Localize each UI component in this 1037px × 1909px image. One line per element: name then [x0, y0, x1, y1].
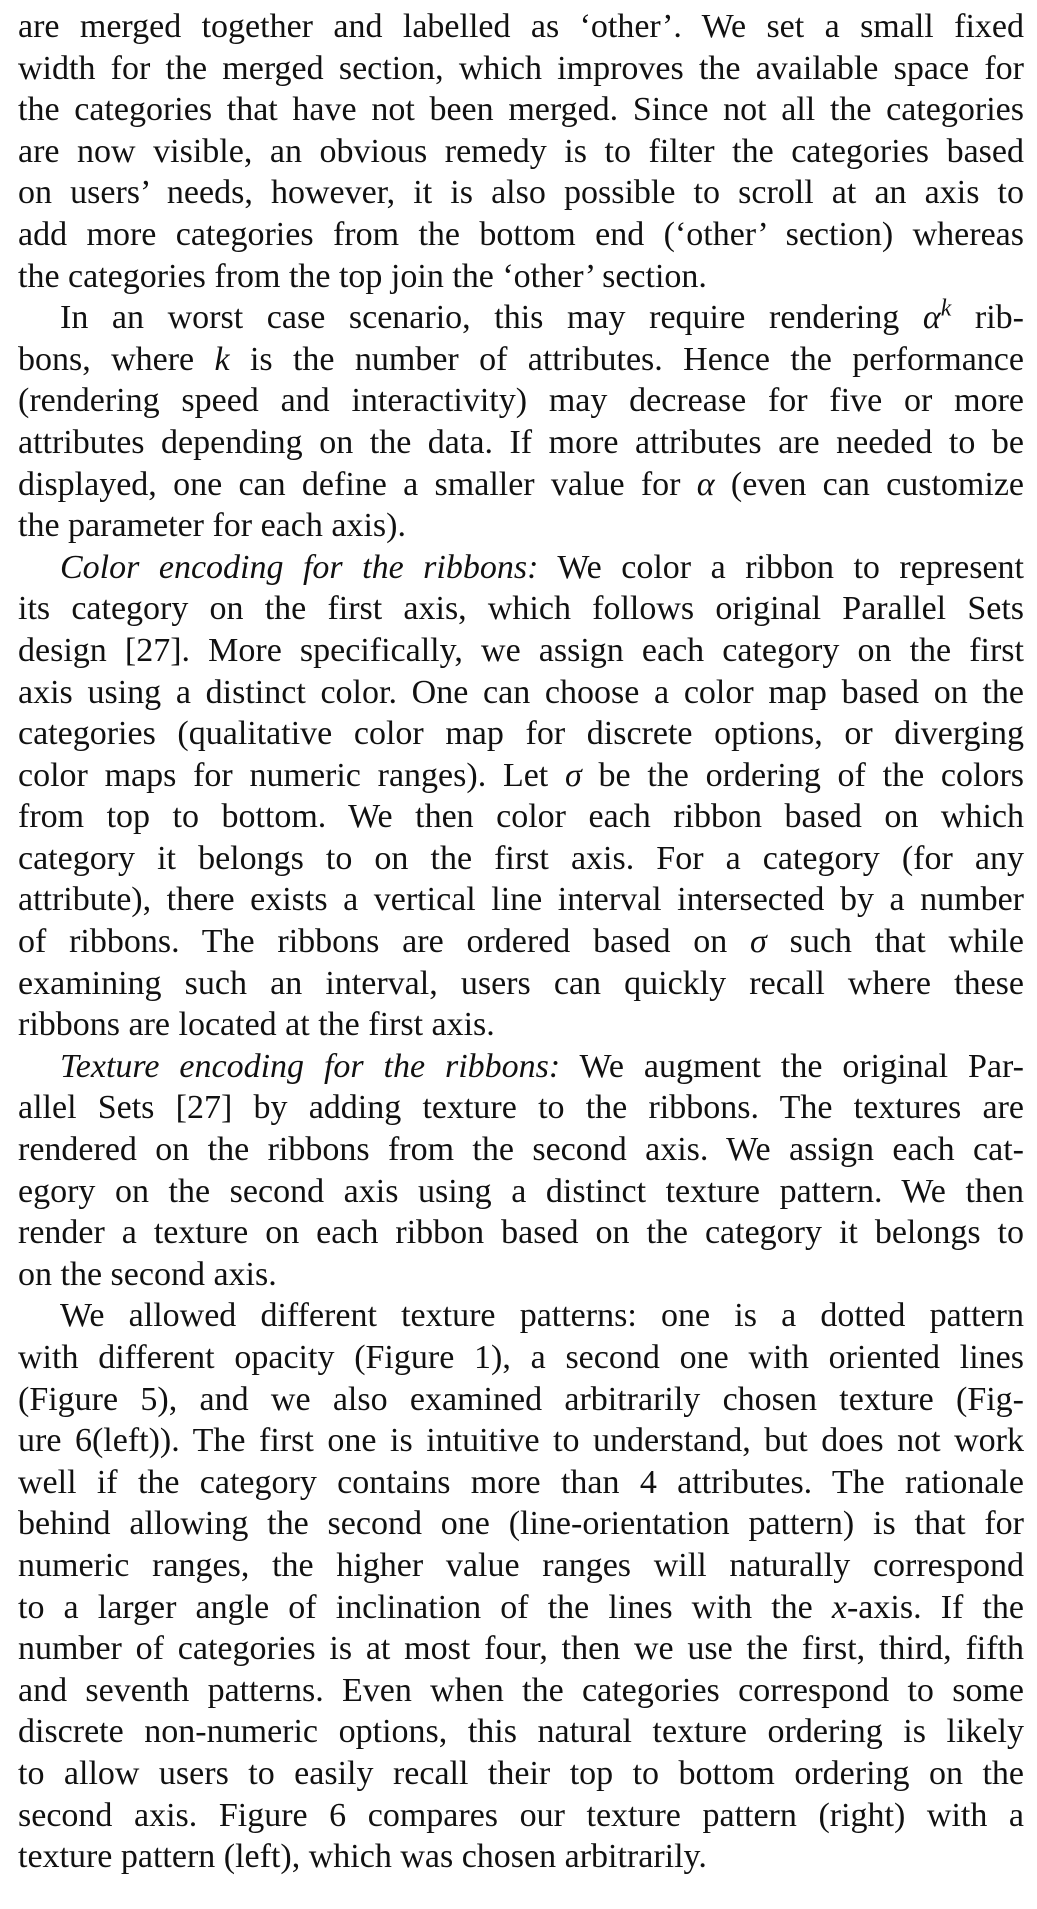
line-text: are now visible, an obvious remedy is to… — [18, 132, 1024, 170]
text-line: its category on the first axis, which fo… — [18, 588, 1024, 630]
line-text: allel Sets [27] by adding texture to the… — [18, 1089, 1024, 1127]
text-line: examining such an interval, users can qu… — [18, 963, 1024, 1005]
text-line: well if the category contains more than … — [18, 1462, 1024, 1504]
text-line: on the second axis. — [18, 1254, 1024, 1296]
text-line: to a larger angle of inclination of the … — [18, 1587, 1024, 1629]
text-line: of ribbons. The ribbons are ordered base… — [18, 921, 1024, 963]
line-text: axis using a distinct color. One can cho… — [18, 673, 1024, 711]
text-line: on users’ needs, however, it is also pos… — [18, 172, 1024, 214]
text-line: design [27]. More specifically, we assig… — [18, 630, 1024, 672]
text-line: render a texture on each ribbon based on… — [18, 1212, 1024, 1254]
text-line: the parameter for each axis). — [18, 505, 1024, 547]
line-text: are merged together and labelled as ‘oth… — [18, 8, 1024, 45]
text-line: add more categories from the bottom end … — [18, 214, 1024, 256]
line-text: bons, where k is the number of attribute… — [18, 340, 1024, 378]
line-text: its category on the first axis, which fo… — [18, 590, 1024, 628]
text-line: discrete non-numeric options, this natur… — [18, 1711, 1024, 1753]
line-text: with different opacity (Figure 1), a sec… — [18, 1339, 1024, 1376]
text-line: rendered on the ribbons from the second … — [18, 1129, 1024, 1171]
line-text: (rendering speed and interactivity) may … — [18, 382, 1024, 420]
line-text: We color a ribbon to represent — [557, 548, 1025, 586]
line-text: (Figure 5), and we also examined arbitra… — [18, 1380, 1024, 1418]
text-line: behind allowing the second one (line-ori… — [18, 1503, 1024, 1545]
text-line: texture pattern (left), which was chosen… — [18, 1836, 1024, 1878]
line-text: to a larger angle of inclination of the … — [18, 1588, 1024, 1626]
line-text: add more categories from the bottom end … — [18, 215, 1024, 253]
line-text: attribute), there exists a vertical line… — [18, 881, 1024, 919]
text-line: numeric ranges, the higher value ranges … — [18, 1545, 1024, 1587]
line-text: behind allowing the second one (line-ori… — [18, 1505, 1024, 1543]
text-line: ribbons are located at the first axis. — [18, 1004, 1024, 1046]
paragraph: Texture encoding for the ribbons: We aug… — [18, 1046, 1024, 1296]
text-line: Texture encoding for the ribbons: We aug… — [18, 1046, 1024, 1088]
text-line: bons, where k is the number of attribute… — [18, 339, 1024, 381]
text-line: ure 6(left)). The first one is intuitive… — [18, 1420, 1024, 1462]
text-line: displayed, one can define a smaller valu… — [18, 464, 1024, 506]
paragraph: In an worst case scenario, this may requ… — [18, 297, 1024, 547]
line-text: and seventh patterns. Even when the cate… — [18, 1671, 1024, 1709]
line-text: rendered on the ribbons from the second … — [18, 1131, 1024, 1169]
text-line: from top to bottom. We then color each r… — [18, 796, 1024, 838]
paper-body-text: are merged together and labelled as ‘oth… — [18, 6, 1024, 1878]
line-text: texture pattern (left), which was chosen… — [18, 1838, 707, 1876]
line-text: second axis. Figure 6 compares our textu… — [18, 1796, 1024, 1834]
text-line: and seventh patterns. Even when the cate… — [18, 1670, 1024, 1712]
text-line: attributes depending on the data. If mor… — [18, 422, 1024, 464]
line-text: color maps for numeric ranges). Let σ be… — [18, 756, 1024, 794]
text-line: to allow users to easily recall their to… — [18, 1753, 1024, 1795]
line-text: design [27]. More specifically, we assig… — [18, 631, 1024, 669]
line-text: examining such an interval, users can qu… — [18, 964, 1024, 1002]
paragraph-heading: Color encoding for the ribbons: — [60, 548, 539, 586]
line-text: to allow users to easily recall their to… — [18, 1754, 1024, 1792]
line-text: from top to bottom. We then color each r… — [18, 798, 1024, 836]
text-line: allel Sets [27] by adding texture to the… — [18, 1087, 1024, 1129]
text-line: are now visible, an obvious remedy is to… — [18, 131, 1024, 173]
line-text: well if the category contains more than … — [18, 1463, 1024, 1501]
line-text: category it belongs to on the first axis… — [18, 839, 1024, 877]
text-line: are merged together and labelled as ‘oth… — [18, 6, 1024, 48]
text-line: axis using a distinct color. One can cho… — [18, 672, 1024, 714]
text-line: attribute), there exists a vertical line… — [18, 879, 1024, 921]
line-text: egory on the second axis using a distinc… — [18, 1172, 1024, 1210]
text-line: categories (qualitative color map for di… — [18, 713, 1024, 755]
line-text: the categories from the top join the ‘ot… — [18, 257, 707, 295]
line-text: We allowed different texture patterns: o… — [60, 1297, 1024, 1335]
text-line: category it belongs to on the first axis… — [18, 838, 1024, 880]
text-line: the categories from the top join the ‘ot… — [18, 256, 1024, 298]
text-line: color maps for numeric ranges). Let σ be… — [18, 755, 1024, 797]
line-text: the parameter for each axis). — [18, 507, 406, 545]
line-text: In an worst case scenario, this may requ… — [60, 295, 1025, 337]
text-line: In an worst case scenario, this may requ… — [18, 297, 1024, 339]
paragraph: are merged together and labelled as ‘oth… — [18, 6, 1024, 297]
line-text: attributes depending on the data. If mor… — [18, 423, 1024, 461]
text-line: with different opacity (Figure 1), a sec… — [18, 1337, 1024, 1379]
line-text: categories (qualitative color map for di… — [18, 715, 1024, 753]
text-line: the categories that have not been merged… — [18, 89, 1024, 131]
paragraph: We allowed different texture patterns: o… — [18, 1295, 1024, 1877]
text-line: egory on the second axis using a distinc… — [18, 1171, 1024, 1213]
line-text: on users’ needs, however, it is also pos… — [18, 174, 1024, 212]
text-line: (Figure 5), and we also examined arbitra… — [18, 1379, 1024, 1421]
paragraph-heading: Texture encoding for the ribbons: — [60, 1047, 561, 1085]
line-text: number of categories is at most four, th… — [18, 1630, 1024, 1668]
text-line: Color encoding for the ribbons: We color… — [18, 547, 1024, 589]
text-line: We allowed different texture patterns: o… — [18, 1295, 1024, 1337]
paragraph: Color encoding for the ribbons: We color… — [18, 547, 1024, 1046]
line-text: the categories that have not been merged… — [18, 91, 1024, 129]
line-text: width for the merged section, which impr… — [18, 49, 1024, 87]
text-line: second axis. Figure 6 compares our textu… — [18, 1795, 1024, 1837]
line-text: on the second axis. — [18, 1255, 277, 1293]
line-text: render a texture on each ribbon based on… — [18, 1214, 1024, 1252]
line-text: numeric ranges, the higher value ranges … — [18, 1546, 1024, 1584]
line-text: We augment the original Par- — [579, 1047, 1024, 1085]
line-text: of ribbons. The ribbons are ordered base… — [18, 923, 1025, 961]
text-line: (rendering speed and interactivity) may … — [18, 380, 1024, 422]
line-text: displayed, one can define a smaller valu… — [18, 465, 1024, 503]
line-text: ure 6(left)). The first one is intuitive… — [18, 1422, 1024, 1460]
line-text: ribbons are located at the first axis. — [18, 1006, 495, 1044]
text-line: number of categories is at most four, th… — [18, 1628, 1024, 1670]
line-text: discrete non-numeric options, this natur… — [18, 1713, 1024, 1751]
text-line: width for the merged section, which impr… — [18, 48, 1024, 90]
